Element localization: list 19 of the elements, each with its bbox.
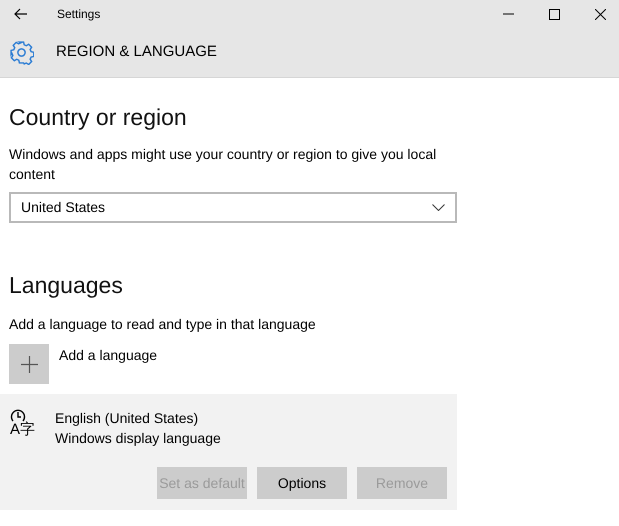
window-title: Settings: [57, 6, 100, 23]
section-heading: Languages: [9, 271, 124, 300]
country-dropdown[interactable]: United States: [9, 192, 457, 223]
description-text: Add a language to read and type in that language: [9, 315, 317, 334]
back-icon[interactable]: [14, 8, 28, 20]
gear-icon: [9, 40, 34, 65]
minimize-icon[interactable]: [503, 13, 514, 15]
language-subtitle: Windows display language: [55, 429, 221, 448]
close-icon[interactable]: [595, 8, 606, 20]
plus-icon: [20, 356, 38, 372]
language-action-button[interactable]: Options: [257, 467, 347, 499]
add-button[interactable]: [9, 344, 49, 384]
language-name: English (United States): [55, 409, 200, 428]
description-text: Windows and apps might use your country or region to give you local content: [9, 145, 438, 184]
section-heading: Country or region: [9, 103, 188, 132]
add-language-link[interactable]: Add a language: [59, 345, 158, 365]
page-title: REGION & LANGUAGE: [56, 42, 217, 62]
maximize-icon[interactable]: [549, 8, 560, 20]
chevron-down-icon: [432, 204, 445, 211]
